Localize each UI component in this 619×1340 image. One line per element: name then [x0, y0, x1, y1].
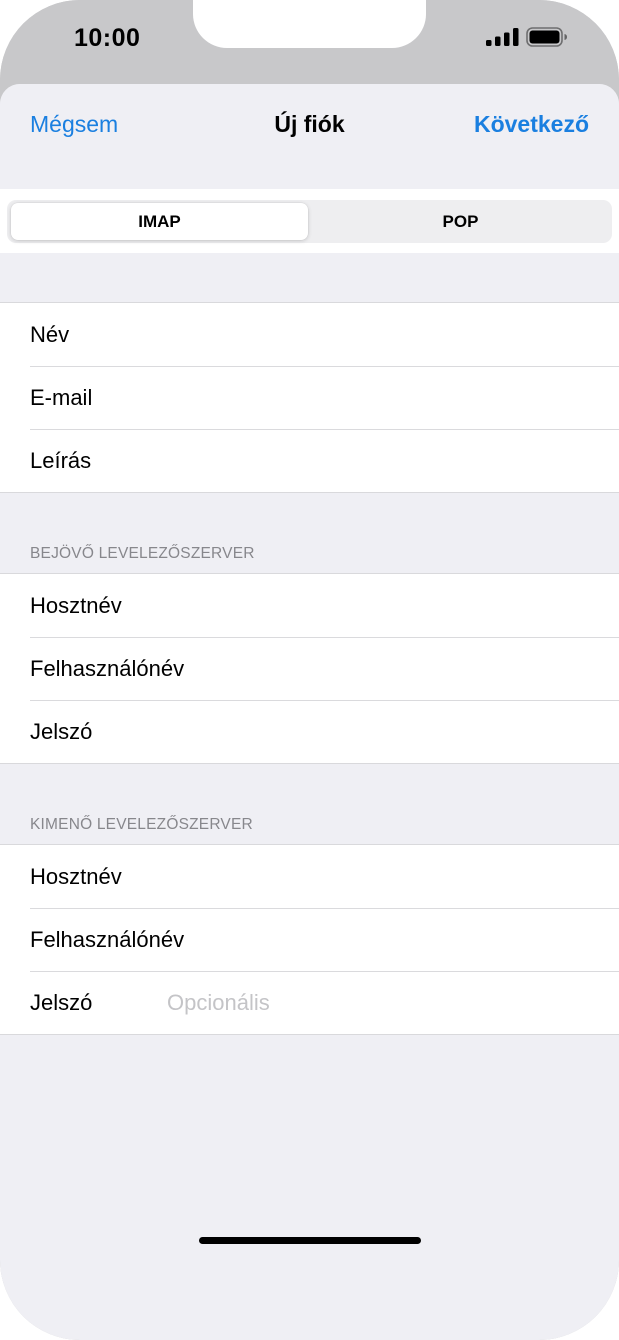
segment-imap[interactable]: IMAP — [11, 203, 308, 240]
email-field[interactable]: E-mail — [0, 366, 619, 429]
segmented-control-container: IMAP POP — [0, 189, 619, 253]
incoming-password-label: Jelszó — [30, 719, 93, 744]
signal-icon — [486, 28, 519, 46]
account-type-segmented-control: IMAP POP — [7, 200, 612, 243]
outgoing-password-field[interactable]: Jelszó Opcionális — [0, 971, 619, 1034]
incoming-hostname-label: Hosztnév — [30, 593, 122, 618]
incoming-server-header: BEJÖVŐ LEVELEZŐSZERVER — [30, 545, 255, 562]
incoming-hostname-field[interactable]: Hosztnév — [0, 574, 619, 637]
outgoing-server-header: KIMENŐ LEVELEZŐSZERVER — [30, 816, 253, 833]
outgoing-username-label: Felhasználónév — [30, 927, 185, 952]
status-bar: 10:00 — [0, 0, 619, 84]
incoming-password-field[interactable]: Jelszó — [0, 700, 619, 763]
incoming-server-group: Hosztnév Felhasználónév Jelszó — [0, 573, 619, 764]
name-label: Név — [30, 322, 70, 347]
segment-pop[interactable]: POP — [312, 203, 609, 240]
incoming-username-label: Felhasználónév — [30, 656, 185, 681]
incoming-username-field[interactable]: Felhasználónév — [0, 637, 619, 700]
outgoing-password-placeholder: Opcionális — [167, 990, 270, 1015]
phone-frame: 10:00 Mégsem Új fiók Következő IMAP POP — [0, 0, 619, 1340]
account-info-group: Név E-mail Leírás — [0, 302, 619, 493]
outgoing-password-label: Jelszó — [30, 990, 93, 1015]
status-time: 10:00 — [74, 24, 141, 52]
battery-icon — [526, 27, 567, 47]
next-button[interactable]: Következő — [474, 111, 589, 138]
home-indicator[interactable] — [199, 1237, 421, 1244]
email-label: E-mail — [30, 385, 93, 410]
name-field[interactable]: Név — [0, 303, 619, 366]
outgoing-hostname-field[interactable]: Hosztnév — [0, 845, 619, 908]
outgoing-username-field[interactable]: Felhasználónév — [0, 908, 619, 971]
navigation-bar: Mégsem Új fiók Következő — [0, 84, 619, 189]
description-label: Leírás — [30, 448, 92, 473]
outgoing-hostname-label: Hosztnév — [30, 864, 122, 889]
new-account-sheet: Mégsem Új fiók Következő IMAP POP Név E-… — [0, 84, 619, 1340]
notch — [193, 0, 426, 48]
outgoing-server-group: Hosztnév Felhasználónév Jelszó Opcionáli… — [0, 844, 619, 1035]
description-field[interactable]: Leírás — [0, 429, 619, 492]
